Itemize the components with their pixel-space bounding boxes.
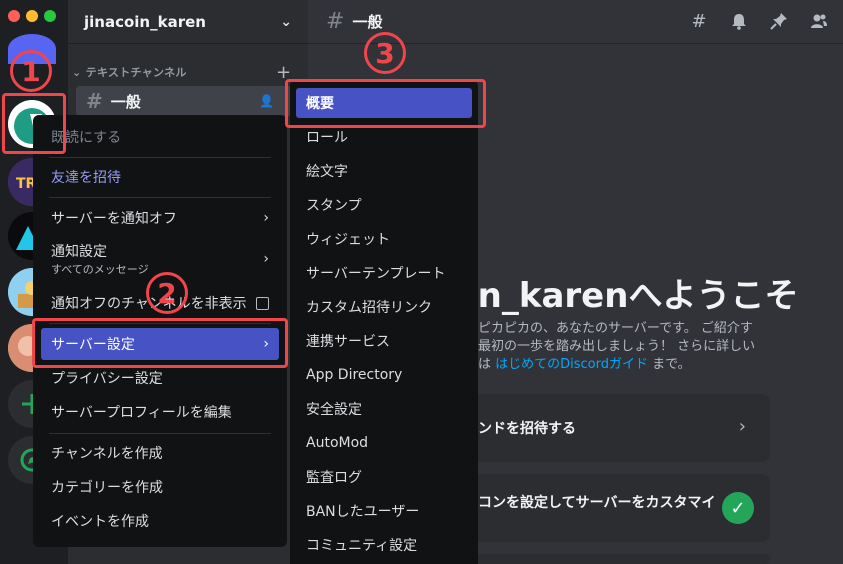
chevron-down-icon: ⌄ [72, 66, 86, 79]
submenu-item[interactable]: 連携サービス [296, 326, 472, 356]
welcome-line: ピカピカの、あなたのサーバーです。 ご紹介す [478, 321, 753, 336]
submenu-item[interactable]: BANしたユーザー [296, 496, 472, 526]
invite-icon[interactable]: 👤 [259, 94, 274, 108]
server-header[interactable]: jinacoin_karen ⌄ [68, 0, 308, 44]
submenu-item[interactable]: 監査ログ [296, 462, 472, 492]
minimize-window-button[interactable] [26, 10, 38, 22]
check-icon: ✓ [722, 492, 754, 524]
menu-divider [49, 157, 271, 158]
bell-icon[interactable] [728, 10, 750, 32]
callout-box-3 [285, 79, 486, 128]
menu-label-group: 通知設定 すべてのメッセージ [51, 241, 149, 277]
text: は [478, 357, 496, 372]
menu-sublabel: すべてのメッセージ [51, 263, 149, 276]
callout-number-2: 2 [146, 272, 188, 314]
maximize-window-button[interactable] [44, 10, 56, 22]
menu-label: サーバーを通知オフ [51, 211, 177, 227]
menu-label: 友達を招待 [51, 170, 121, 186]
submenu-item[interactable]: App Directory [296, 360, 472, 390]
window-controls [8, 10, 56, 22]
menu-divider [49, 197, 271, 198]
menu-label: カテゴリーを作成 [51, 480, 163, 496]
submenu-item[interactable]: ウィジェット [296, 224, 472, 254]
callout-number-1: 1 [10, 50, 52, 92]
channel-label: 一般 [110, 92, 141, 111]
menu-mute-server[interactable]: サーバーを通知オフ › [41, 202, 279, 234]
card-label: ンドを招待する [478, 421, 576, 437]
checkbox[interactable] [256, 296, 269, 310]
callout-number-3: 3 [364, 32, 406, 74]
customize-card[interactable]: コンを設定してサーバーをカスタマイ ✓ [440, 474, 770, 542]
menu-mark-read[interactable]: 既読にする [41, 121, 279, 153]
submenu-item[interactable]: スタンプ [296, 190, 472, 220]
channel-category[interactable]: ⌄ テキストチャンネル [72, 64, 187, 80]
card-label: コンを設定してサーバーをカスタマイ [478, 495, 716, 511]
welcome-line: 最初の一歩を踏み出しましょう！ さらに詳しい [478, 339, 756, 354]
hashtag-icon: # [326, 9, 345, 34]
submenu-item[interactable]: コミュニティ設定 [296, 530, 472, 560]
chevron-right-icon: › [263, 251, 269, 267]
guide-link[interactable]: はじめてのDiscordガイド [495, 357, 648, 372]
menu-label: チャンネルを作成 [51, 446, 163, 462]
members-icon[interactable] [808, 10, 830, 32]
menu-label: サーバープロフィールを編集 [51, 405, 232, 421]
menu-label: イベントを作成 [51, 514, 149, 530]
menu-label: 通知設定 [51, 244, 107, 260]
hashtag-icon: # [86, 89, 103, 113]
pin-icon[interactable] [768, 10, 790, 32]
callout-box-2 [32, 318, 288, 368]
threads-icon[interactable]: # [688, 10, 710, 32]
welcome-line: は はじめてのDiscordガイド まで。 [478, 356, 778, 374]
next-card[interactable] [440, 554, 770, 564]
menu-create-category[interactable]: カテゴリーを作成 [41, 471, 279, 503]
channel-item-general[interactable]: # 一般 👤 [76, 86, 304, 116]
text: まで。 [648, 357, 691, 372]
callout-box-1 [2, 93, 66, 154]
close-window-button[interactable] [8, 10, 20, 22]
welcome-description: ピカピカの、あなたのサーバーです。 ご紹介す 最初の一歩を踏み出しましょう！ さ… [478, 320, 778, 374]
welcome-title: in_karenへようこそ [466, 276, 799, 316]
category-label: テキストチャンネル [85, 66, 187, 79]
submenu-item[interactable]: 安全設定 [296, 394, 472, 424]
channel-title: 一般 [352, 13, 383, 31]
chevron-right-icon: › [738, 416, 746, 437]
menu-divider [49, 433, 271, 434]
server-settings-submenu: 概要 ロール 絵文字 スタンプ ウィジェット サーバーテンプレート カスタム招待リンク 連携サ… [290, 80, 478, 564]
submenu-item[interactable]: サーバーテンプレート [296, 258, 472, 288]
invite-card[interactable]: ンドを招待する › [440, 394, 770, 462]
submenu-item[interactable]: 絵文字 [296, 156, 472, 186]
menu-label: プライバシー設定 [51, 371, 163, 387]
menu-create-channel[interactable]: チャンネルを作成 [41, 437, 279, 469]
header-toolbar: # [688, 10, 830, 32]
chevron-right-icon: › [263, 210, 269, 226]
server-name: jinacoin_karen [84, 12, 206, 31]
menu-edit-profile[interactable]: サーバープロフィールを編集 [41, 396, 279, 428]
menu-invite[interactable]: 友達を招待 [41, 161, 279, 193]
chevron-down-icon: ⌄ [280, 13, 292, 30]
submenu-item[interactable]: AutoMod [296, 428, 472, 458]
menu-create-event[interactable]: イベントを作成 [41, 505, 279, 537]
submenu-item[interactable]: カスタム招待リンク [296, 292, 472, 322]
